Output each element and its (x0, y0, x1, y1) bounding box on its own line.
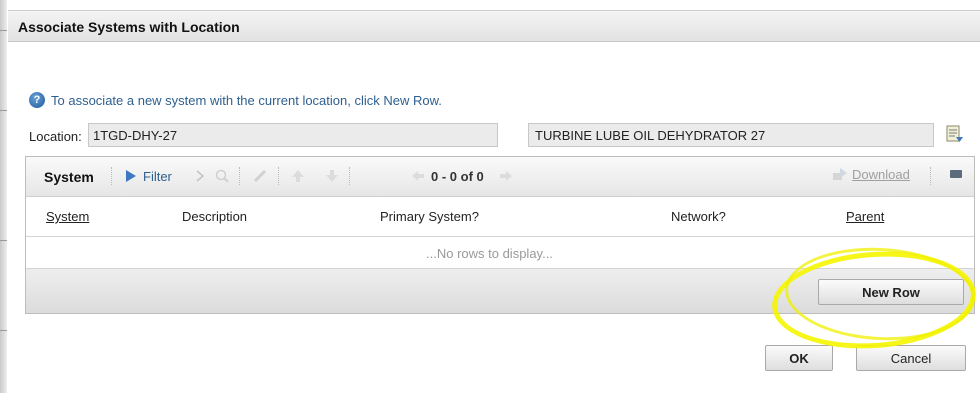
table-footer: New Row (26, 269, 974, 313)
new-row-button[interactable]: New Row (818, 279, 964, 305)
column-header-parent[interactable]: Parent (846, 209, 884, 224)
table-title: System (44, 169, 94, 185)
download-label: Download (852, 166, 910, 182)
filter-button[interactable]: Filter (125, 167, 172, 185)
filter-arrow-icon (126, 170, 136, 182)
search-icon (214, 168, 230, 184)
table-header-row: System Description Primary System? Netwo… (26, 197, 974, 237)
toolbar-separator (111, 167, 113, 185)
toolbar-separator (239, 167, 241, 185)
window-edge (0, 0, 7, 393)
toolbar-separator (930, 167, 932, 185)
associate-systems-dialog: Associate Systems with Location ? To ass… (0, 0, 980, 393)
collapse-icon[interactable] (950, 170, 962, 178)
toolbar-separator (278, 167, 280, 185)
ok-button[interactable]: OK (765, 345, 833, 371)
help-icon: ? (29, 92, 45, 108)
column-header-network: Network? (671, 209, 726, 224)
location-description-field: TURBINE LUBE OIL DEHYDRATOR 27 (528, 123, 934, 147)
download-icon (833, 168, 847, 180)
column-header-primary-system: Primary System? (380, 209, 479, 224)
column-header-description: Description (182, 209, 248, 224)
download-button[interactable]: Download (832, 165, 910, 183)
edit-icon (252, 168, 268, 184)
column-header-system[interactable]: System (46, 209, 89, 224)
detail-menu-icon[interactable] (944, 123, 964, 145)
table-toolbar: System Filter 0 - 0 of 0 Download (26, 157, 974, 197)
no-rows-message: ...No rows to display... (426, 246, 553, 261)
dialog-title-bar: Associate Systems with Location (8, 10, 980, 42)
previous-page-icon (410, 168, 426, 184)
toolbar-separator (349, 167, 351, 185)
system-table: System Filter 0 - 0 of 0 Download System… (25, 156, 975, 314)
pager-text: 0 - 0 of 0 (431, 169, 484, 184)
filter-label: Filter (143, 168, 172, 184)
arrow-down-icon (324, 168, 340, 184)
help-hint-text: To associate a new system with the curre… (51, 92, 442, 108)
empty-table-row: ...No rows to display... (26, 237, 974, 269)
arrow-up-icon (290, 168, 306, 184)
next-page-icon (498, 168, 514, 184)
cancel-button[interactable]: Cancel (856, 345, 966, 371)
location-label: Location: (29, 129, 82, 144)
help-hint: ? To associate a new system with the cur… (29, 90, 442, 110)
dialog-title: Associate Systems with Location (18, 19, 240, 35)
location-field: 1TGD-DHY-27 (88, 123, 498, 147)
chevron-right-icon (192, 168, 208, 184)
